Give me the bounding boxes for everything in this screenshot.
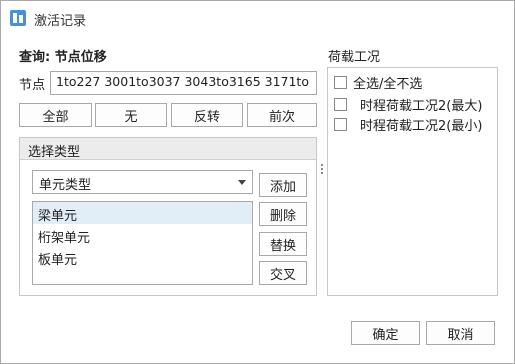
app-icon [10, 10, 26, 26]
element-type-select-value: 单元类型 [39, 178, 92, 193]
list-item-plate-element[interactable]: 板单元 [33, 246, 252, 268]
load-case-item-max[interactable]: 时程荷载工况2(最大) [334, 95, 482, 114]
select-all-label: 全选/全不选 [353, 77, 423, 92]
select-all-load-cases[interactable]: 全选/全不选 [334, 73, 422, 92]
chevron-down-icon [238, 180, 246, 185]
invert-selection-button[interactable]: 反转 [171, 103, 243, 127]
cancel-button[interactable]: 取消 [426, 321, 495, 345]
load-case-max-label: 时程荷载工况2(最大) [360, 99, 483, 114]
select-none-button[interactable]: 无 [95, 103, 167, 127]
panel-splitter[interactable] [321, 164, 324, 178]
previous-selection-button[interactable]: 前次 [247, 103, 317, 127]
load-case-item-min[interactable]: 时程荷载工况2(最小) [334, 115, 482, 134]
add-button[interactable]: 添加 [259, 173, 307, 197]
select-type-header: 选择类型 [20, 138, 316, 160]
load-case-min-checkbox[interactable] [334, 118, 347, 131]
select-all-checkbox[interactable] [334, 76, 347, 89]
ok-button[interactable]: 确定 [351, 321, 420, 345]
node-label: 节点 [19, 78, 46, 93]
window-title: 激活记录 [34, 14, 87, 29]
node-input[interactable]: 1to227 3001to3037 3043to3165 3171to [50, 71, 317, 95]
load-case-min-label: 时程荷载工况2(最小) [360, 119, 483, 134]
dialog-window: 激活记录 查询: 节点位移 节点 1to227 3001to3037 3043t… [0, 0, 515, 364]
intersect-button[interactable]: 交叉 [259, 261, 307, 285]
list-item-truss-element[interactable]: 桁架单元 [33, 224, 252, 246]
select-type-group: 选择类型 单元类型 梁单元 桁架单元 板单元 添加 删除 替换 交叉 [19, 137, 317, 296]
element-type-select[interactable]: 单元类型 [32, 170, 253, 194]
query-title: 查询: 节点位移 [19, 50, 107, 65]
replace-button[interactable]: 替换 [259, 232, 307, 256]
select-all-button[interactable]: 全部 [19, 103, 92, 127]
list-item-beam-element[interactable]: 梁单元 [33, 202, 252, 224]
element-type-list[interactable]: 梁单元 桁架单元 板单元 [32, 201, 253, 285]
delete-button[interactable]: 删除 [259, 202, 307, 226]
load-case-max-checkbox[interactable] [334, 98, 347, 111]
title-bar: 激活记录 [1, 1, 514, 37]
load-cases-panel: 全选/全不选 时程荷载工况2(最大) 时程荷载工况2(最小) [327, 67, 498, 296]
load-cases-title: 荷载工况 [328, 50, 381, 65]
